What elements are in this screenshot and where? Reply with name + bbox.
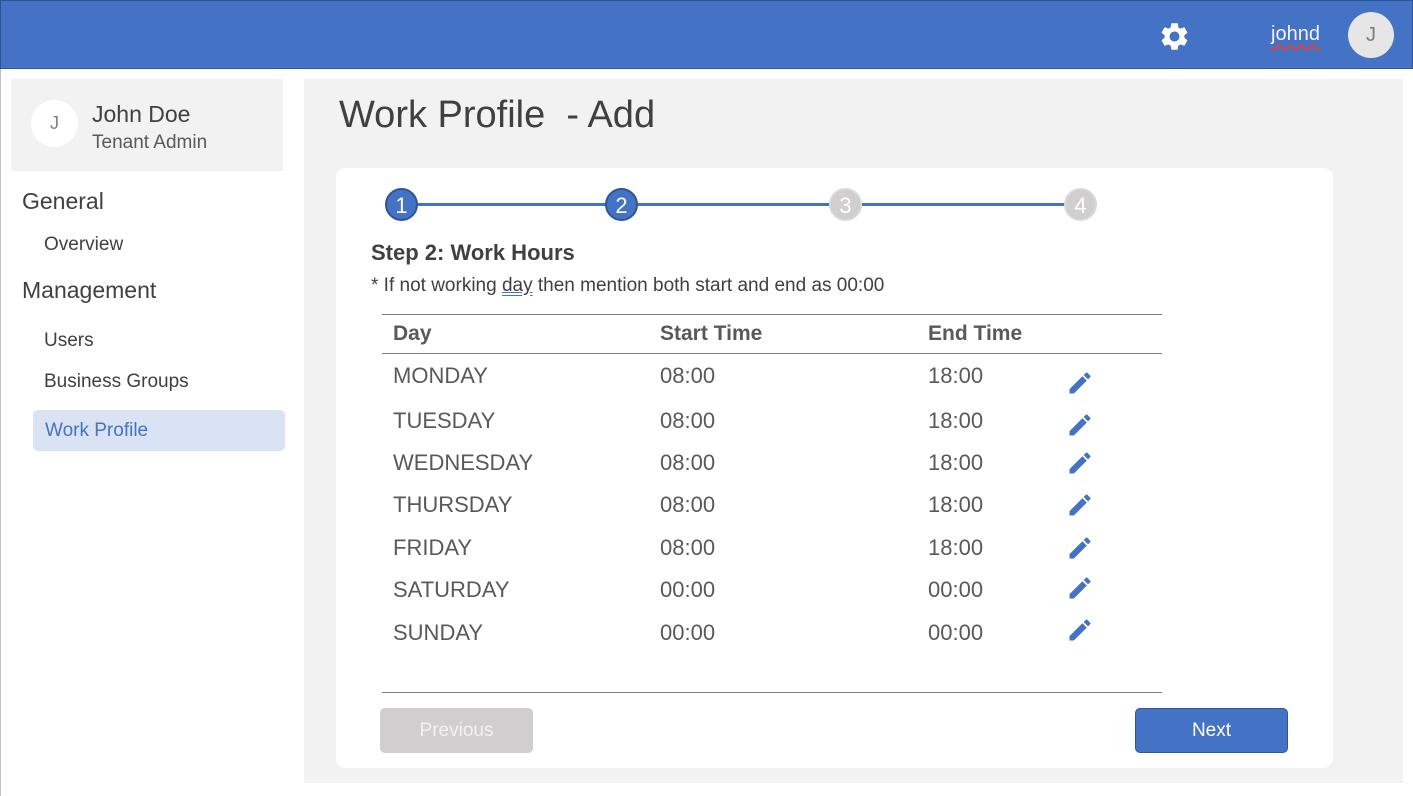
sidebar-section-management: Management — [22, 277, 157, 303]
start-time-cell: 00:00 — [660, 577, 716, 602]
day-cell: WEDNESDAY — [393, 450, 534, 475]
profile-name: John Doe — [92, 101, 191, 127]
gear-icon[interactable] — [1158, 20, 1191, 53]
pencil-icon[interactable] — [1066, 616, 1094, 644]
step-note-text: * If not working — [371, 275, 502, 296]
column-header-day: Day — [393, 322, 432, 345]
day-cell: MONDAY — [393, 363, 488, 388]
column-header-start-time: Start Time — [660, 322, 763, 345]
table-bottom-rule — [382, 692, 1162, 693]
profile-avatar: J — [31, 100, 78, 147]
sidebar-section-general: General — [22, 188, 104, 214]
profile-role: Tenant Admin — [92, 132, 208, 153]
step-note-underlined: day — [501, 275, 533, 296]
start-time-cell: 08:00 — [660, 492, 716, 517]
window-left-border — [0, 69, 1, 796]
sidebar-item-users[interactable]: Users — [44, 330, 94, 352]
top-bar: johnd J — [0, 0, 1413, 69]
page-title: Work Profile - Add — [339, 94, 656, 136]
stepper-connector — [638, 203, 831, 206]
end-time-cell: 18:00 — [928, 492, 984, 517]
end-time-cell: 18:00 — [928, 450, 984, 475]
sidebar-item-business-groups[interactable]: Business Groups — [44, 371, 189, 393]
stepper-connector — [418, 203, 607, 206]
step-indicator-4: 4 — [1064, 188, 1097, 221]
pencil-icon[interactable] — [1066, 411, 1094, 439]
start-time-cell: 00:00 — [660, 620, 716, 645]
pencil-icon[interactable] — [1066, 574, 1094, 602]
step-title: Step 2: Work Hours — [371, 240, 575, 265]
step-indicator-2: 2 — [605, 188, 638, 221]
pencil-icon[interactable] — [1066, 491, 1094, 519]
table-top-rule — [382, 314, 1162, 315]
end-time-cell: 18:00 — [928, 535, 984, 560]
username-link[interactable]: johnd — [1271, 23, 1320, 46]
start-time-cell: 08:00 — [660, 408, 716, 433]
start-time-cell: 08:00 — [660, 535, 716, 560]
end-time-cell: 18:00 — [928, 363, 984, 388]
sidebar-item-work-profile[interactable]: Work Profile — [33, 410, 285, 451]
pencil-icon[interactable] — [1066, 534, 1094, 562]
avatar[interactable]: J — [1348, 12, 1394, 58]
end-time-cell: 00:00 — [928, 620, 984, 645]
day-cell: FRIDAY — [393, 535, 473, 560]
next-button[interactable]: Next — [1135, 708, 1288, 753]
day-cell: THURSDAY — [393, 492, 513, 517]
pencil-icon[interactable] — [1066, 449, 1094, 477]
stepper-connector — [862, 203, 1066, 206]
sidebar-item-overview[interactable]: Overview — [44, 234, 123, 256]
column-header-end-time: End Time — [928, 322, 1023, 345]
step-note: * If not working day then mention both s… — [371, 275, 884, 297]
day-cell: SUNDAY — [393, 620, 484, 645]
table-header-rule — [382, 353, 1162, 354]
start-time-cell: 08:00 — [660, 450, 716, 475]
day-cell: SATURDAY — [393, 577, 510, 602]
step-indicator-1: 1 — [385, 188, 418, 221]
end-time-cell: 18:00 — [928, 408, 984, 433]
start-time-cell: 08:00 — [660, 363, 716, 388]
step-indicator-3: 3 — [829, 188, 862, 221]
day-cell: TUESDAY — [393, 408, 496, 433]
previous-button[interactable]: Previous — [380, 708, 533, 753]
pencil-icon[interactable] — [1066, 369, 1094, 397]
step-note-text: then mention both start and end as 00:00 — [532, 275, 885, 296]
profile-card: J John Doe Tenant Admin — [11, 79, 283, 171]
end-time-cell: 00:00 — [928, 577, 984, 602]
